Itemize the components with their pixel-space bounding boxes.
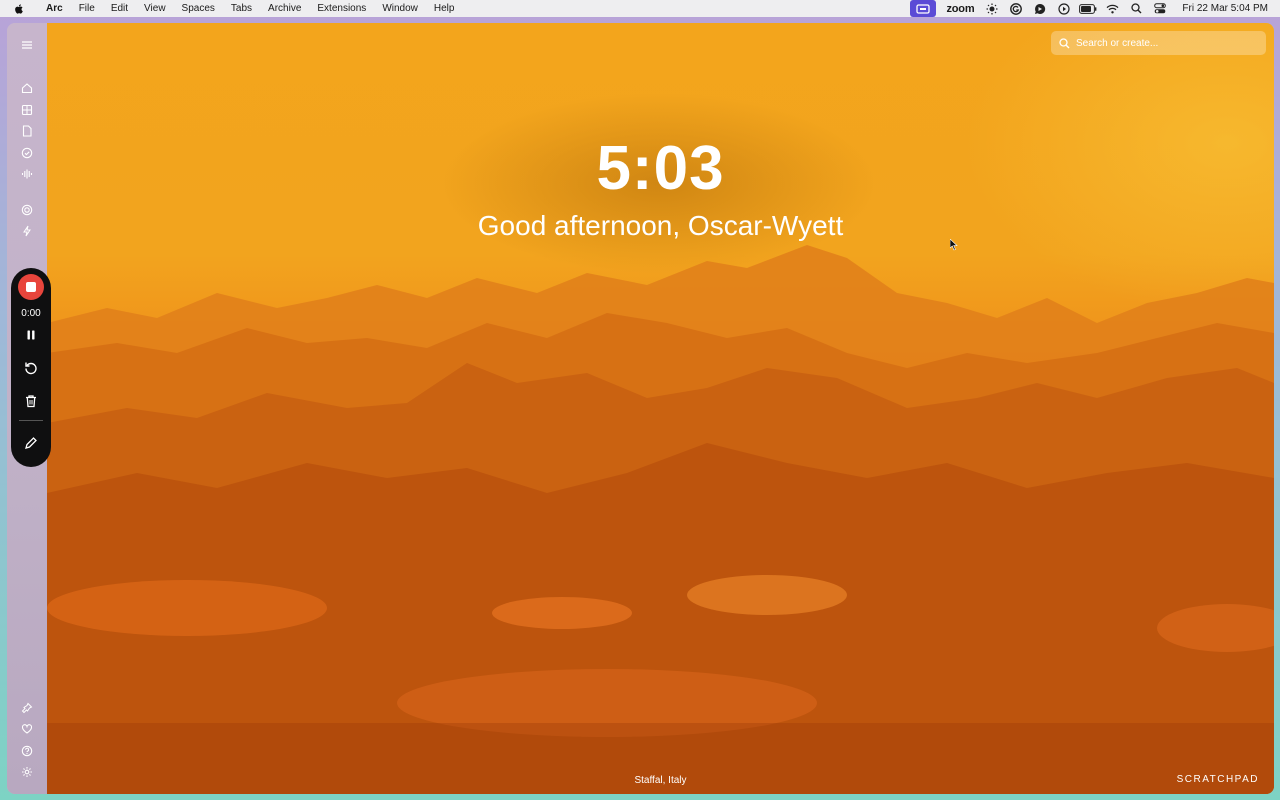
wifi-icon[interactable] [1100,0,1124,17]
browser-window: Search or create... 5:03 Good afternoon,… [7,23,1274,794]
spotlight-search-icon[interactable] [1124,0,1148,17]
check-circle-icon[interactable] [19,145,35,161]
restart-icon[interactable] [23,360,39,376]
photo-location[interactable]: Staffal, Italy [47,775,1274,786]
recording-controls: 0:00 [11,268,51,467]
new-tab-page: Search or create... 5:03 Good afternoon,… [47,23,1274,794]
trash-icon[interactable] [23,393,39,409]
menu-file[interactable]: File [71,0,103,17]
menu-edit[interactable]: Edit [103,0,136,17]
grid-icon[interactable] [19,102,35,118]
stop-recording-button[interactable] [18,274,44,300]
pause-icon[interactable] [23,327,39,343]
mouse-cursor-icon [950,239,958,251]
search-placeholder: Search or create... [1076,37,1159,49]
play-circle-icon[interactable] [1052,0,1076,17]
chat-bubble-icon[interactable] [1028,0,1052,17]
menu-window[interactable]: Window [374,0,426,17]
menu-bar-clock[interactable]: Fri 22 Mar 5:04 PM [1172,3,1268,14]
recording-timer: 0:00 [21,308,41,319]
divider [19,420,43,421]
menu-extensions[interactable]: Extensions [309,0,374,17]
control-center-icon[interactable] [1148,0,1172,17]
pencil-icon[interactable] [23,435,39,451]
audio-icon[interactable] [19,166,35,182]
zoom-status-item[interactable]: zoom [940,3,980,15]
screen-share-icon[interactable] [910,0,937,17]
scratchpad-brand: SCRATCHPAD [1176,774,1259,785]
menu-tabs[interactable]: Tabs [223,0,260,17]
search-icon [1059,37,1070,48]
heart-icon[interactable] [19,721,35,737]
help-icon[interactable] [19,743,35,759]
menu-view[interactable]: View [136,0,174,17]
settings-icon[interactable] [19,764,35,780]
pin-icon[interactable] [19,700,35,716]
bolt-icon[interactable] [19,223,35,239]
home-icon[interactable] [19,80,35,96]
greeting-text: Good afternoon, Oscar-Wyett [477,210,844,241]
grammarly-icon[interactable] [1004,0,1028,17]
search-field[interactable]: Search or create... [1051,31,1266,55]
menu-bar: Arc File Edit View Spaces Tabs Archive E… [0,0,1280,17]
target-icon[interactable] [19,202,35,218]
menu-help[interactable]: Help [426,0,463,17]
menu-icon[interactable] [19,37,35,53]
menu-spaces[interactable]: Spaces [174,0,223,17]
brightness-icon[interactable] [980,0,1004,17]
apple-menu-icon[interactable] [0,3,38,15]
document-icon[interactable] [19,123,35,139]
menu-app-name[interactable]: Arc [38,0,71,17]
battery-icon[interactable] [1076,0,1100,17]
menu-archive[interactable]: Archive [260,0,309,17]
clock-display: 5:03 [596,134,725,203]
